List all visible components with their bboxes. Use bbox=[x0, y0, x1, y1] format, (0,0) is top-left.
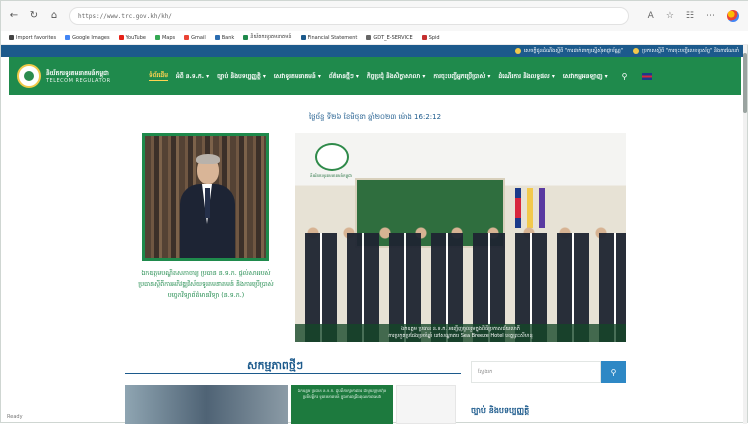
menu-item-law[interactable]: ច្បាប់ និងបទប្បញ្ញត្តិ ▾ bbox=[217, 72, 266, 81]
event-caption-line1: ឯកឧត្តម ប្រធាន ន.ទ.ក. អញ្ជើញចូលរួមក្នុងព… bbox=[401, 326, 520, 332]
bookmark-item[interactable]: និយ័តករទូរគមនាគមន៍ bbox=[243, 34, 292, 41]
tie-shape bbox=[205, 188, 210, 218]
bookmark-icon bbox=[243, 35, 249, 40]
more-menu-icon[interactable]: ⋯ bbox=[706, 11, 715, 21]
reload-icon[interactable]: ↻ bbox=[27, 9, 41, 23]
news-thumbnail[interactable]: ឯកឧត្តម ប្រធាន ន.ទ.ក. ជួបពិភាក្សាការងារ … bbox=[291, 385, 393, 424]
site-name-khmer: និយ័តករទូរគមនាគមន៍កម្ពុជា bbox=[46, 69, 109, 77]
bookmark-item[interactable]: Maps bbox=[154, 34, 176, 41]
event-caption: ឯកឧត្តម ប្រធាន ន.ទ.ក. អញ្ជើញចូលរួមក្នុងព… bbox=[295, 324, 626, 342]
bookmark-icon bbox=[214, 35, 220, 40]
event-logo-text: និយ័តករទូរគមនាគមន៍កម្ពុជា bbox=[310, 173, 352, 178]
bookmark-label: Google Images bbox=[72, 34, 110, 41]
bookmark-label: YouTube bbox=[125, 34, 146, 41]
announcement-text: សេចក្តីជូនដំណឹងស្តីពី "ការដាក់ពាក្យស្នើស… bbox=[523, 47, 624, 54]
menu-item-meetings[interactable]: កិច្ចប្រជុំ និងសិក្ខាសាលា ▾ bbox=[367, 72, 426, 81]
site-name: និយ័តករទូរគមនាគមន៍កម្ពុជា TELECOM REGULA… bbox=[46, 69, 111, 84]
menu-item-registration[interactable]: ការចុះបញ្ជីអ្នកប្រើប្រាស់ ▾ bbox=[433, 72, 490, 81]
bookmark-label: Spid bbox=[428, 34, 440, 41]
bookmark-label: Import favorites bbox=[16, 34, 57, 41]
browser-window: ← ↻ ⌂ https://www.trc.gov.kh/kh/ A ☆ ☷ ⋯… bbox=[0, 0, 748, 424]
bookmark-label: Bank bbox=[221, 34, 235, 41]
bookmark-item[interactable]: GDT_E-SERVICE bbox=[366, 34, 413, 41]
menu-item-about[interactable]: អំពី ន.ទ.ក. ▾ bbox=[176, 72, 209, 81]
main-navigation: និយ័តករទូរគមនាគមន៍កម្ពុជា TELECOM REGULA… bbox=[9, 57, 741, 95]
announcement-marquee: សេចក្តីជូនដំណឹងស្តីពី "ការដាក់ពាក្យស្នើស… bbox=[1, 45, 745, 57]
site-name-english: TELECOM REGULATOR bbox=[46, 77, 111, 84]
scrollbar-thumb[interactable] bbox=[743, 53, 747, 113]
bookmark-item[interactable]: Bank bbox=[214, 34, 235, 41]
status-bar-text: Ready bbox=[7, 414, 23, 420]
extension-icon[interactable] bbox=[727, 10, 739, 22]
news-thumbnail-text: ឯកឧត្តម ប្រធាន ន.ទ.ក. ជួបពិភាក្សាការងារ … bbox=[297, 388, 387, 399]
bookmark-item[interactable]: Gmail bbox=[184, 35, 206, 41]
bookmark-icon bbox=[154, 35, 160, 40]
flag-shape bbox=[527, 188, 533, 228]
bookmark-icon bbox=[421, 35, 427, 40]
news-thumbnail[interactable] bbox=[125, 385, 288, 424]
bookmark-icon bbox=[184, 35, 190, 40]
flag-shape bbox=[515, 188, 521, 228]
search-icon[interactable]: ⚲ bbox=[622, 72, 628, 81]
announcement-item[interactable]: ប្រកាសស្តីពី "ការចុះបញ្ជីលេខទូរស័ព្ទ" និ… bbox=[633, 48, 739, 55]
featured-event-image[interactable]: និយ័តករទូរគមនាគមន៍កម្ពុជា ឯកឧត្តម ប្រធាន… bbox=[295, 133, 626, 342]
bookmark-item[interactable]: Import favorites bbox=[9, 35, 56, 41]
bookmark-label: GDT_E-SERVICE bbox=[373, 34, 413, 41]
url-field[interactable]: https://www.trc.gov.kh/kh/ bbox=[69, 7, 629, 25]
menu-item-services[interactable]: សេវាទូរគមនាគមន៍ ▾ bbox=[274, 72, 321, 81]
browser-actions: A ☆ ☷ ⋯ bbox=[648, 10, 748, 22]
bookmark-icon bbox=[366, 35, 372, 40]
menu-item-news[interactable]: ព័ត៌មានថ្មីៗ ▾ bbox=[329, 72, 359, 81]
president-figure bbox=[180, 154, 235, 258]
event-caption-line2: ការប្រកួតប្រជែងប្រចាំឆ្នាំ នៅសណ្ឋាគារ Se… bbox=[388, 333, 533, 339]
address-bar-row: ← ↻ ⌂ https://www.trc.gov.kh/kh/ A ☆ ☷ ⋯ bbox=[1, 1, 748, 31]
bookmark-icon bbox=[9, 35, 14, 40]
president-portrait[interactable] bbox=[142, 133, 269, 261]
megaphone-icon bbox=[633, 48, 640, 54]
bookmark-label: Maps bbox=[161, 34, 176, 41]
announcement-text: ប្រកាសស្តីពី "ការចុះបញ្ជីលេខទូរស័ព្ទ" និ… bbox=[642, 47, 739, 54]
trc-logo-icon bbox=[17, 64, 41, 88]
bookmark-icon bbox=[300, 35, 306, 40]
read-aloud-icon[interactable]: A bbox=[648, 11, 654, 21]
current-date: ថ្ងៃច័ន្ទ ទី២៦ ខែមិថុនា ឆ្នាំ២០២៣ ម៉ោង 1… bbox=[308, 113, 442, 121]
president-caption[interactable]: ឯកឧត្តមបណ្ឌិតសភាចារ្យ ប្រធាន ន.ទ.ក. ផ្តល… bbox=[135, 268, 277, 301]
flag-shape bbox=[539, 188, 545, 228]
megaphone-icon bbox=[514, 48, 521, 54]
bookmark-item[interactable]: Spid bbox=[421, 34, 440, 41]
back-icon[interactable]: ← bbox=[7, 9, 21, 23]
event-logo-icon bbox=[315, 143, 349, 171]
bookmark-item[interactable]: Google Images bbox=[65, 35, 110, 41]
menu-item-home[interactable]: ទំព័រដើម bbox=[149, 71, 169, 81]
hair-shape bbox=[196, 154, 220, 164]
bookmarks-bar: Import favorites Google Images YouTube M… bbox=[1, 31, 748, 45]
site-search-input[interactable]: ស្វែងរក bbox=[471, 361, 601, 383]
search-button[interactable]: ⚲ bbox=[601, 361, 626, 383]
bookmark-label: និយ័តករទូរគមនាគមន៍ bbox=[250, 34, 292, 40]
favorite-star-icon[interactable]: ☆ bbox=[666, 11, 674, 21]
language-flag-icon[interactable] bbox=[641, 72, 652, 80]
bookmark-item[interactable]: YouTube bbox=[118, 34, 146, 41]
search-icon: ⚲ bbox=[610, 367, 617, 377]
menu-item-performance[interactable]: ដំណើរការ និងលទ្ធផល ▾ bbox=[498, 72, 554, 81]
menu-item-online-services[interactable]: សេវាកម្មអនឡាញ ▾ bbox=[563, 72, 608, 81]
bookmark-icon bbox=[65, 35, 71, 40]
bookmark-item[interactable]: Financial Statement bbox=[300, 34, 358, 41]
law-regulation-title: ច្បាប់ និងបទប្បញ្ញត្តិ bbox=[471, 406, 530, 415]
site-logo-link[interactable]: និយ័តករទូរគមនាគមន៍កម្ពុជា TELECOM REGULA… bbox=[9, 64, 149, 88]
announcement-item[interactable]: សេចក្តីជូនដំណឹងស្តីពី "ការដាក់ពាក្យស្នើស… bbox=[514, 47, 624, 55]
bookmark-label: Financial Statement bbox=[307, 34, 358, 41]
url-text: https://www.trc.gov.kh/kh/ bbox=[78, 12, 172, 20]
bookmark-icon bbox=[118, 35, 124, 40]
home-icon[interactable]: ⌂ bbox=[47, 9, 61, 23]
menu-list: ទំព័រដើម អំពី ន.ទ.ក. ▾ ច្បាប់ និងបទប្បញ្… bbox=[149, 71, 652, 81]
bookmark-label: Gmail bbox=[191, 34, 206, 41]
news-thumbnail[interactable] bbox=[396, 385, 456, 424]
section-divider bbox=[125, 373, 461, 374]
collections-icon[interactable]: ☷ bbox=[686, 11, 694, 21]
